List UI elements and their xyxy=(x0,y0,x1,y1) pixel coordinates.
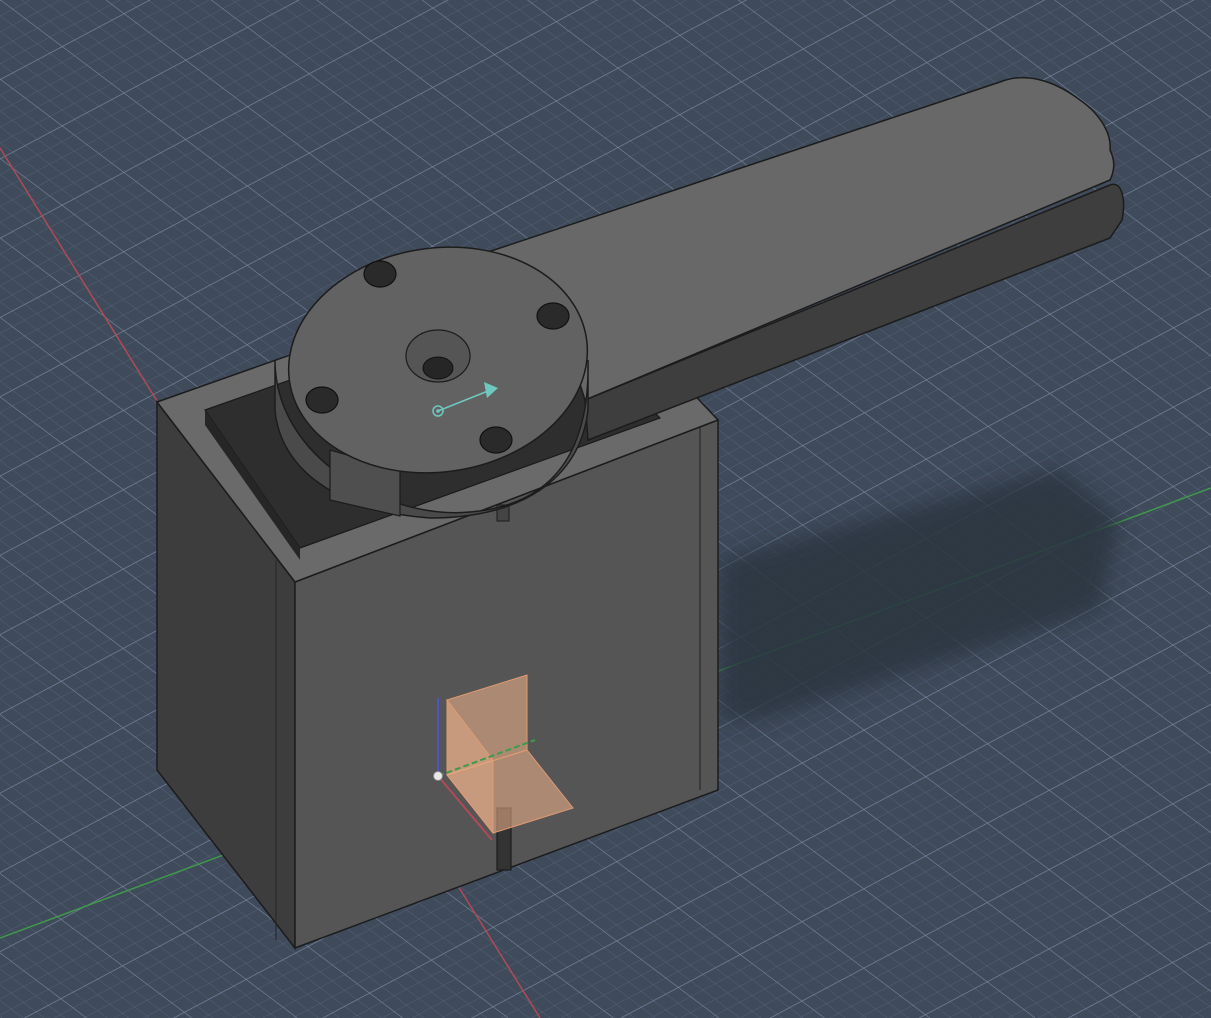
mount-hole-1 xyxy=(363,260,397,288)
mount-hole-4 xyxy=(479,426,513,454)
3d-viewport[interactable] xyxy=(0,0,1211,1018)
origin-point xyxy=(433,771,443,781)
viewport-canvas[interactable] xyxy=(0,0,1211,1018)
mount-hole-3 xyxy=(305,386,339,414)
center-hole xyxy=(422,356,454,380)
mount-hole-2 xyxy=(536,302,570,330)
